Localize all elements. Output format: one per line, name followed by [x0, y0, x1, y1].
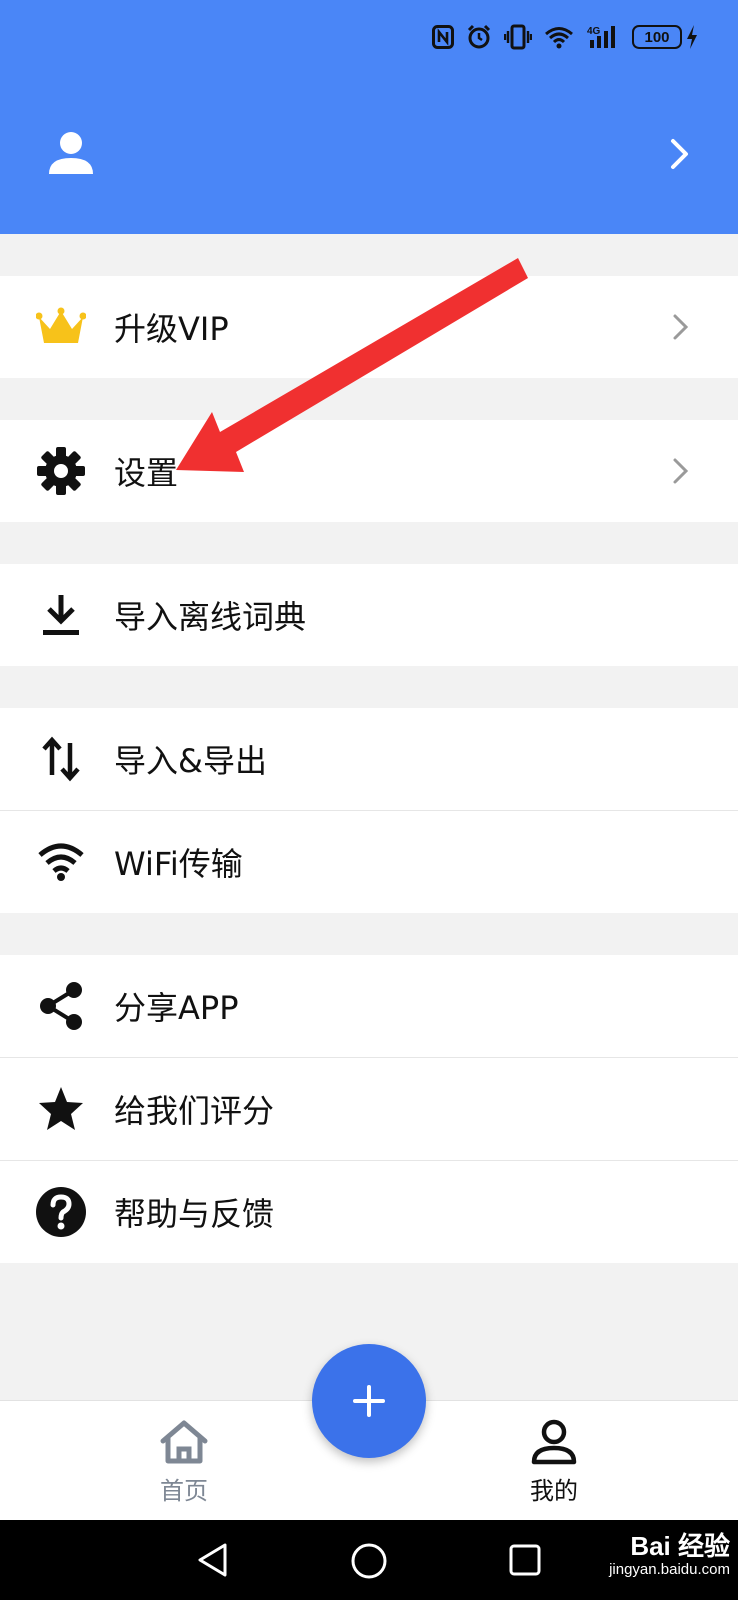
profile-header[interactable]: 4G 100	[0, 0, 738, 234]
tab-mine[interactable]: 我的	[494, 1419, 614, 1509]
menu-item-label: 设置	[114, 454, 179, 492]
menu-item-label: WiFi传输	[114, 845, 243, 883]
battery-icon: 100	[632, 25, 698, 49]
menu-item-settings[interactable]: 设置	[0, 420, 738, 522]
battery-level: 100	[632, 25, 682, 49]
menu-item-label: 导入离线词典	[114, 598, 307, 636]
menu-item-import-dictionary[interactable]: 导入离线词典	[0, 564, 738, 666]
home-circle-icon[interactable]	[350, 1542, 388, 1580]
menu-item-share-app[interactable]: 分享APP	[0, 955, 738, 1057]
charging-icon	[687, 25, 697, 49]
watermark: Bai 经验 jingyan.baidu.com	[609, 1526, 730, 1578]
menu-item-wifi-transfer[interactable]: WiFi传输	[0, 811, 738, 913]
profile-chevron-icon[interactable]	[668, 138, 692, 170]
chevron-right-icon	[673, 314, 689, 340]
menu-item-label: 升级VIP	[114, 310, 229, 348]
help-icon	[34, 1185, 88, 1239]
menu-item-label: 导入&导出	[114, 742, 267, 780]
menu-item-label: 分享APP	[114, 989, 239, 1027]
back-icon[interactable]	[196, 1542, 230, 1578]
person-icon	[531, 1419, 577, 1465]
home-icon	[160, 1420, 208, 1464]
star-icon	[34, 1082, 88, 1136]
alarm-icon	[467, 24, 491, 49]
crown-icon	[34, 300, 88, 354]
chevron-right-icon	[673, 458, 689, 484]
menu-item-import-export[interactable]: 导入&导出	[0, 708, 738, 810]
user-icon[interactable]	[48, 130, 94, 176]
status-bar: 4G 100	[432, 22, 698, 52]
tab-mine-label: 我的	[530, 1477, 578, 1505]
watermark-brand: Bai 经验	[630, 1531, 730, 1561]
signal-icon: 4G	[587, 26, 615, 48]
tab-home-label: 首页	[160, 1477, 208, 1505]
recents-icon[interactable]	[508, 1542, 542, 1578]
wifi-icon	[545, 27, 573, 49]
menu-item-label: 给我们评分	[114, 1092, 275, 1130]
add-button[interactable]	[312, 1344, 426, 1458]
svg-text:4G: 4G	[587, 26, 601, 37]
gear-icon	[34, 444, 88, 498]
wifi-icon	[34, 835, 88, 889]
share-icon	[34, 979, 88, 1033]
vibrate-icon	[504, 24, 532, 50]
menu-item-label: 帮助与反馈	[114, 1195, 275, 1233]
menu-item-rate-us[interactable]: 给我们评分	[0, 1058, 738, 1160]
menu-item-help-feedback[interactable]: 帮助与反馈	[0, 1161, 738, 1263]
system-navigation-bar: Bai 经验 jingyan.baidu.com	[0, 1520, 738, 1600]
tab-home[interactable]: 首页	[124, 1419, 244, 1509]
download-icon	[34, 588, 88, 642]
plus-icon	[353, 1385, 385, 1417]
menu-item-upgrade-vip[interactable]: 升级VIP	[0, 276, 738, 378]
nfc-icon	[432, 25, 454, 49]
swap-vertical-icon	[34, 732, 88, 786]
watermark-url: jingyan.baidu.com	[609, 1561, 730, 1578]
